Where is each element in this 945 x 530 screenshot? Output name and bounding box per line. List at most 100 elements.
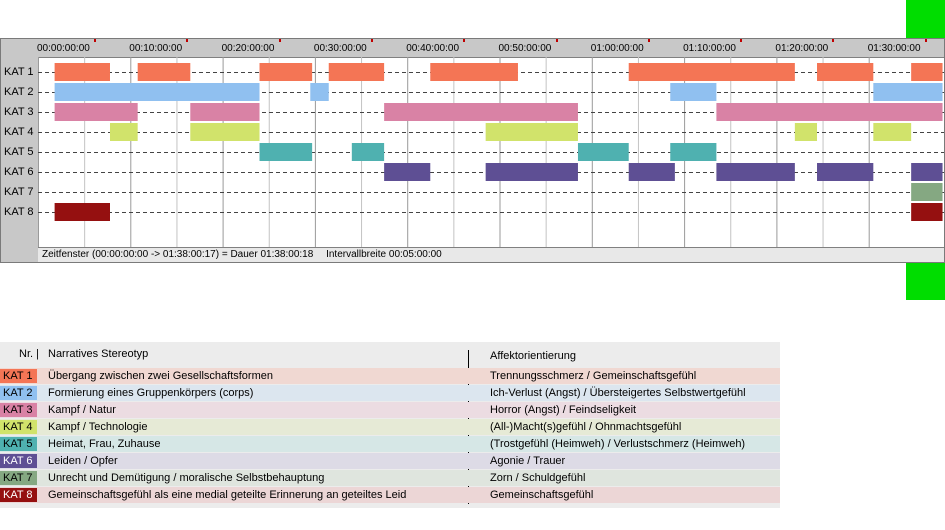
legend-row: KAT 8 Gemeinschaftsgefühl als eine medial… — [0, 487, 780, 503]
legend-row: KAT 2 Formierung eines Gruppenkörpers (co… — [0, 385, 780, 401]
category-label-kat-2: KAT 2 — [4, 86, 34, 98]
tick-mark-2 — [278, 39, 281, 42]
legend-stereotyp: Übergang zwischen zwei Gesellschaftsform… — [48, 370, 273, 382]
legend-badge: KAT 8 — [0, 488, 37, 502]
legend-stereotyp: Kampf / Technologie — [48, 421, 148, 433]
legend-header-affekt: Affektorientierung — [490, 350, 577, 362]
legend-affekt: Trennungsschmerz / Gemeinschaftsgefühl — [490, 370, 697, 382]
category-label-kat-3: KAT 3 — [4, 106, 34, 118]
bar-kat-8-1 — [911, 203, 943, 221]
tick-label-7: 01:10:00:00 — [683, 43, 736, 54]
category-label-kat-1: KAT 1 — [4, 66, 34, 78]
tick-mark-0 — [94, 39, 96, 42]
time-ruler: 00:00:00:00 00:10:00:00 00:20:00:00 00:30:0… — [37, 39, 944, 58]
tick-label-6: 01:00:00:00 — [590, 43, 644, 54]
legend-table: Nr. | Narratives Stereotyp Affektorienti… — [0, 342, 780, 508]
category-label-kat-4: KAT 4 — [4, 126, 34, 138]
tick-mark-3 — [370, 39, 373, 42]
category-label-kat-7: KAT 7 — [4, 186, 34, 198]
legend-stereotyp: Heimat, Frau, Zuhause — [48, 438, 161, 450]
bar-kat-1-2 — [259, 63, 313, 81]
tick-label-3: 00:30:00:00 — [313, 43, 367, 54]
tick-label-0: 00:00:00:00 — [37, 43, 90, 54]
bar-kat-1-0 — [54, 63, 110, 81]
tick-mark-6 — [647, 39, 650, 42]
legend-stereotyp: Leiden / Opfer — [48, 455, 118, 467]
legend-badge: KAT 1 — [0, 369, 37, 383]
legend-row: KAT 6 Leiden / Opfer Agonie / Trauer — [0, 453, 780, 469]
legend-affekt: Zorn / Schuldgefühl — [490, 472, 586, 484]
tick-label-9: 01:30:00:00 — [867, 43, 921, 54]
bar-kat-5-0 — [259, 143, 313, 161]
green-marker-bottom — [906, 263, 945, 300]
legend-stereotyp: Formierung eines Gruppenkörpers (corps) — [48, 387, 254, 399]
status-bar: Zeitfenster (00:00:00:00 -> 01:38:00:17)… — [38, 247, 944, 262]
legend-stereotyp: Unrecht und Demütigung / moralische Selb… — [48, 472, 325, 484]
legend-row: KAT 1 Übergang zwischen zwei Gesellschaft… — [0, 368, 780, 384]
category-label-column: KAT 1 KAT 2 KAT 3 KAT 4 KAT 5 KAT 6 KAT 7 KAT 8 — [1, 39, 39, 262]
bar-kat-1-3 — [328, 63, 385, 81]
bar-kat-4-1 — [190, 123, 260, 141]
bar-kat-1-4 — [430, 63, 518, 81]
tick-mark-7 — [740, 39, 743, 42]
bar-kat-3-3 — [716, 103, 943, 121]
bar-kat-6-2 — [628, 163, 675, 181]
bar-kat-4-2 — [485, 123, 578, 141]
tick-label-2: 00:20:00:00 — [221, 43, 275, 54]
bar-kat-1-6 — [817, 63, 874, 81]
legend-badge: KAT 3 — [0, 403, 37, 417]
legend-badge: KAT 6 — [0, 454, 37, 468]
legend-badge: KAT 5 — [0, 437, 37, 451]
bar-kat-5-1 — [351, 143, 385, 161]
tick-mark-8 — [832, 39, 835, 42]
legend-badge: KAT 2 — [0, 386, 37, 400]
timeline-chart: KAT 1 KAT 2 KAT 3 KAT 4 KAT 5 KAT 6 KAT 7 KAT 8… — [0, 38, 945, 263]
legend-affekt: Ich-Verlust (Angst) / Übersteigertes Sel… — [490, 387, 746, 399]
tick-mark-9 — [924, 39, 927, 42]
legend-badge: KAT 7 — [0, 471, 37, 485]
bar-kat-6-1 — [485, 163, 578, 181]
bar-kat-6-3 — [716, 163, 795, 181]
legend-header-nr: Nr. | — [19, 348, 39, 360]
bar-kat-2-2 — [670, 83, 717, 101]
status-zeitfenster: Zeitfenster (00:00:00:00 -> 01:38:00:17)… — [42, 249, 314, 260]
bar-kat-5-3 — [670, 143, 717, 161]
tick-label-4: 00:40:00:00 — [406, 43, 460, 54]
legend-affekt: Gemeinschaftsgefühl — [490, 489, 594, 501]
tick-label-1: 00:10:00:00 — [129, 43, 183, 54]
legend-stereotyp: Gemeinschaftsgefühl als eine medial gete… — [48, 489, 407, 501]
legend-row: KAT 3 Kampf / Natur Horror (Angst) / Feind… — [0, 402, 780, 418]
category-label-kat-8: KAT 8 — [4, 206, 34, 218]
status-intervallbreite: Intervallbreite 00:05:00:00 — [326, 249, 442, 260]
bar-kat-4-3 — [794, 123, 818, 141]
bar-kat-2-0 — [54, 83, 260, 101]
bar-kat-6-0 — [384, 163, 431, 181]
green-marker-top — [906, 0, 945, 38]
bar-kat-6-5 — [911, 163, 943, 181]
bar-kat-1-5 — [628, 63, 795, 81]
bar-kat-2-3 — [873, 83, 943, 101]
bar-kat-3-1 — [190, 103, 260, 121]
bar-kat-6-4 — [817, 163, 874, 181]
tick-mark-5 — [555, 39, 558, 42]
bar-kat-4-0 — [109, 123, 138, 141]
legend-stereotyp: Kampf / Natur — [48, 404, 116, 416]
legend-header-stereotyp: Narratives Stereotyp — [48, 348, 149, 360]
legend-row: KAT 7 Unrecht und Demütigung / moralische… — [0, 470, 780, 486]
bar-kat-8-0 — [54, 203, 110, 221]
legend-row: KAT 5 Heimat, Frau, Zuhause (Trostgefühl (… — [0, 436, 780, 452]
bar-kat-3-2 — [384, 103, 578, 121]
category-label-kat-6: KAT 6 — [4, 166, 34, 178]
bar-kat-1-7 — [911, 63, 943, 81]
bar-kat-1-1 — [137, 63, 191, 81]
legend-affekt: (Trostgefühl (Heimweh) / Verlustschmerz … — [490, 438, 746, 450]
bar-kat-7-0 — [911, 183, 943, 201]
legend-affekt: Agonie / Trauer — [490, 455, 566, 467]
legend-badge: KAT 4 — [0, 420, 37, 434]
bar-kat-5-2 — [577, 143, 629, 161]
bar-kat-3-0 — [54, 103, 138, 121]
legend-row: KAT 4 Kampf / Technologie (All-)Macht(s)ge… — [0, 419, 780, 435]
legend-affekt: (All-)Macht(s)gefühl / Ohnmachtsgefühl — [490, 421, 682, 433]
tick-mark-1 — [186, 39, 189, 42]
legend-affekt: Horror (Angst) / Feindseligkeit — [490, 404, 637, 416]
